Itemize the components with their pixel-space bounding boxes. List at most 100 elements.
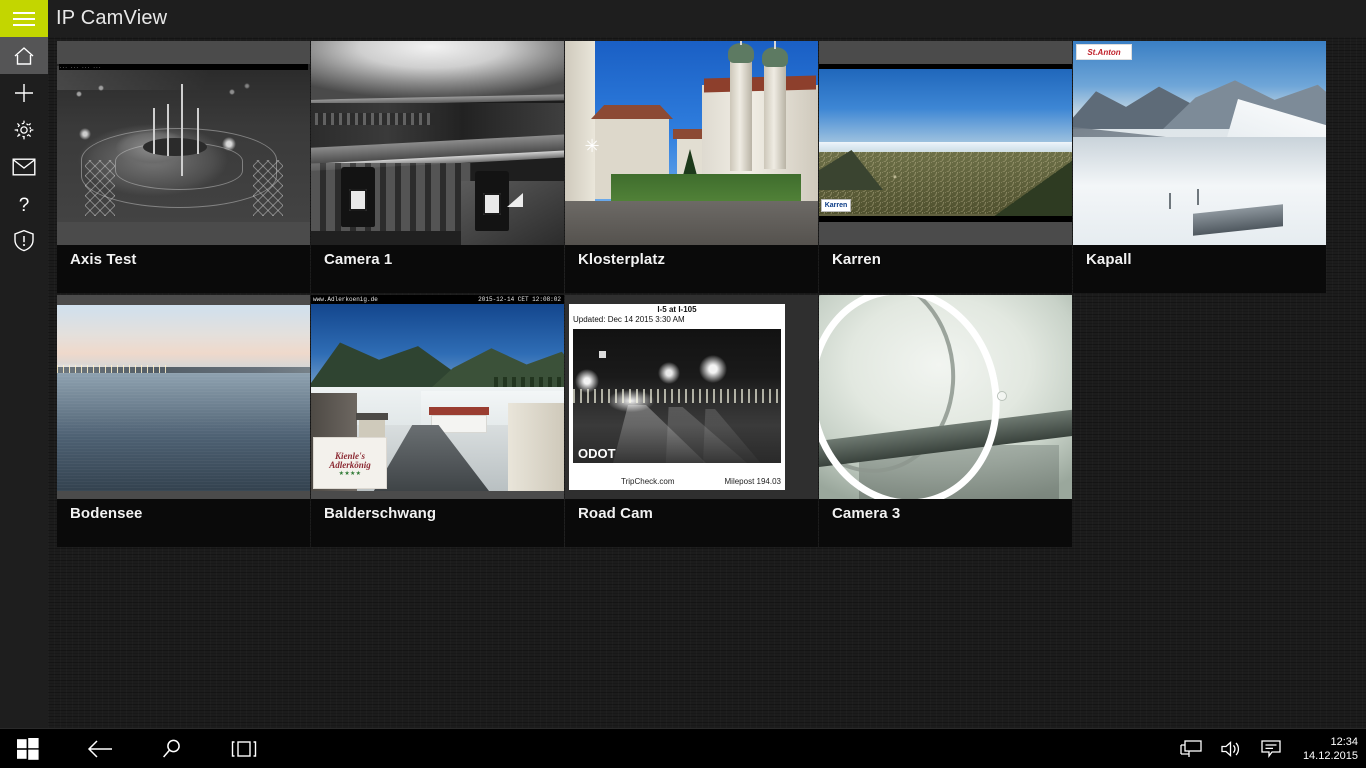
camera-label: Klosterplatz <box>578 251 666 268</box>
sidebar-item-mail[interactable] <box>0 148 48 185</box>
sidebar-item-settings[interactable] <box>0 111 48 148</box>
camera-label: Road Cam <box>578 505 653 522</box>
roadcam-footer: TripCheck.com Milepost 194.03 <box>569 476 785 490</box>
camera-tile-klosterplatz[interactable]: ✳ Klosterplatz <box>565 41 818 293</box>
mail-icon <box>12 158 36 176</box>
roadcam-header: I-5 at I-105 Updated: Dec 14 2015 3:30 A… <box>569 304 785 330</box>
camera-thumbnail: Karren <box>819 41 1072 245</box>
camera-tile-camera-3[interactable]: Camera 3 <box>819 295 1072 547</box>
camera-overlay-url: www.Adlerkoenig.de <box>313 296 378 303</box>
camera-video-frame: Karren <box>819 64 1072 222</box>
start-button[interactable] <box>0 729 56 768</box>
camera-tile-karren[interactable]: Karren Karren <box>819 41 1072 293</box>
volume-icon <box>1221 741 1240 757</box>
sidebar-rail: ? <box>0 37 48 728</box>
camera-thumbnail <box>819 295 1072 499</box>
camera-tile-kapall[interactable]: St.Anton Kapall <box>1073 41 1326 293</box>
roadcam-footer-right: Milepost 194.03 <box>724 477 781 486</box>
camera-tile-balderschwang[interactable]: Kienle's Adlerkönig ★★★★ www.Adlerkoenig… <box>311 295 564 547</box>
sidebar-item-add[interactable] <box>0 74 48 111</box>
camera-thumbnail <box>311 41 564 245</box>
camera-caption: Kapall <box>1073 245 1326 293</box>
camera-video-frame <box>57 305 310 491</box>
camera-tile-road-cam[interactable]: I-5 at I-105 Updated: Dec 14 2015 3:30 A… <box>565 295 818 547</box>
camera-caption: Bodensee <box>57 499 310 547</box>
roadcam-image: ODOT <box>573 329 781 463</box>
camera-watermark-logo: Kienle's Adlerkönig ★★★★ <box>313 437 387 489</box>
back-button[interactable] <box>72 729 128 768</box>
camera-tile-bodensee[interactable]: Bodensee <box>57 295 310 547</box>
title-bar: IP CamView <box>0 0 1366 37</box>
hamburger-menu-button[interactable] <box>0 0 48 37</box>
task-view-button[interactable] <box>216 729 272 768</box>
lens-droplet <box>997 391 1007 401</box>
volume-button[interactable] <box>1212 729 1250 768</box>
task-view-icon <box>231 741 257 757</box>
camera-overlay-bar <box>819 64 1072 69</box>
camera-caption: Klosterplatz <box>565 245 818 293</box>
camera-label: Bodensee <box>70 505 143 522</box>
camera-video-frame: Kienle's Adlerkönig ★★★★ www.Adlerkoenig… <box>311 295 564 491</box>
question-icon: ? <box>19 195 30 215</box>
camera-watermark-logo: St.Anton <box>1076 44 1132 60</box>
clock-date: 14.12.2015 <box>1302 750 1358 762</box>
sidebar-item-help[interactable]: ? <box>0 185 48 222</box>
highway-sign-icon <box>599 351 606 358</box>
clock-time: 12:34 <box>1330 736 1358 748</box>
sidebar-item-security[interactable] <box>0 222 48 259</box>
camera-overlay-timestamp: ... ... ... ... <box>59 64 308 70</box>
hamburger-icon <box>13 8 35 30</box>
svg-text:?: ? <box>19 195 30 215</box>
search-icon <box>163 739 180 758</box>
camera-label: Camera 3 <box>832 505 901 522</box>
back-arrow-icon <box>87 740 112 758</box>
camera-thumbnail: Kienle's Adlerkönig ★★★★ www.Adlerkoenig… <box>311 295 564 499</box>
logo-line-2: Adlerkönig <box>329 460 371 471</box>
camera-caption: Camera 1 <box>311 245 564 293</box>
app-title: IP CamView <box>56 7 168 29</box>
roadcam-footer-left: TripCheck.com <box>621 477 675 486</box>
logo-line-3: ★★★★ <box>338 470 362 477</box>
clock[interactable]: 12:34 14.12.2015 <box>1303 729 1358 768</box>
camera-caption: Karren <box>819 245 1072 293</box>
camera-video-frame: St.Anton <box>1073 41 1326 245</box>
camera-watermark-logo: Karren <box>821 199 851 212</box>
camera-tile-camera-1[interactable]: Camera 1 <box>311 41 564 293</box>
camera-tile-axis-test[interactable]: ... ... ... ... Axis Test <box>57 41 310 293</box>
network-icon <box>1180 740 1202 757</box>
camera-thumbnail <box>57 295 310 499</box>
camera-caption: Road Cam <box>565 499 818 547</box>
windows-logo-icon <box>17 738 39 760</box>
camera-video-frame <box>311 41 564 245</box>
camera-grid: ... ... ... ... Axis Test Camera 1 ✳ Klo… <box>57 41 1366 601</box>
shield-alert-icon <box>14 229 34 252</box>
camera-label: Camera 1 <box>324 251 393 268</box>
action-center-icon <box>1261 740 1281 758</box>
camera-label: Kapall <box>1086 251 1132 268</box>
camera-caption: Camera 3 <box>819 499 1072 547</box>
gear-icon <box>14 120 34 139</box>
roadcam-updated: Updated: Dec 14 2015 3:30 AM <box>573 315 685 324</box>
camera-thumbnail: ✳ <box>565 41 818 245</box>
roadcam-watermark: ODOT <box>578 446 616 461</box>
network-button[interactable] <box>1172 729 1210 768</box>
home-icon <box>14 46 34 65</box>
sidebar-item-home[interactable] <box>0 37 48 74</box>
camera-thumbnail: I-5 at I-105 Updated: Dec 14 2015 3:30 A… <box>565 295 818 499</box>
windows-taskbar: 12:34 14.12.2015 <box>0 728 1366 768</box>
camera-thumbnail: ... ... ... ... <box>57 41 310 245</box>
camera-label: Balderschwang <box>324 505 437 522</box>
camera-caption: Axis Test <box>57 245 310 293</box>
camera-label: Axis Test <box>70 251 137 268</box>
camera-video-frame: ✳ <box>565 41 818 245</box>
app-window: IP CamView ? ... ... ... ... Axis Test C… <box>0 0 1366 728</box>
camera-thumbnail: St.Anton <box>1073 41 1326 245</box>
camera-caption: Balderschwang <box>311 499 564 547</box>
camera-overlay-bar-bottom <box>819 216 1072 222</box>
camera-label: Karren <box>832 251 881 268</box>
camera-video-frame: ... ... ... ... <box>57 64 310 222</box>
search-button[interactable] <box>144 729 200 768</box>
plus-icon <box>15 83 33 102</box>
action-center-button[interactable] <box>1252 729 1290 768</box>
camera-overlay-timestamp: 2015-12-14 CET 12:08:02 <box>478 296 561 303</box>
